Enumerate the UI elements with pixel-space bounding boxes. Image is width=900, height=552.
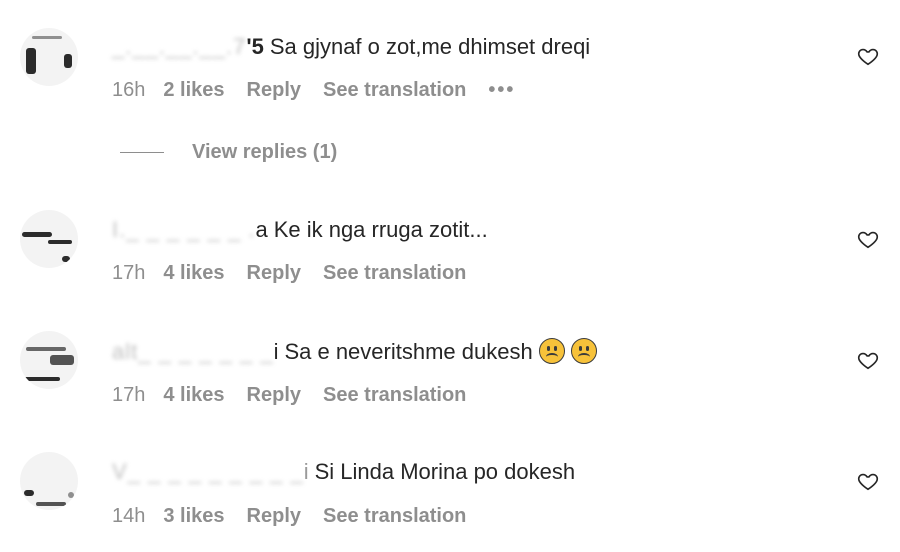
- more-options-icon[interactable]: •••: [488, 79, 515, 101]
- see-translation-button[interactable]: See translation: [323, 384, 466, 406]
- heart-outline-icon[interactable]: [857, 228, 879, 250]
- comment-time[interactable]: 17h: [112, 262, 145, 284]
- avatar[interactable]: [20, 210, 78, 268]
- comment-text: Si Linda Morina po dokesh: [314, 459, 576, 484]
- view-replies-button[interactable]: View replies (1): [120, 141, 337, 164]
- likes-count[interactable]: 4 likes: [163, 384, 224, 406]
- username-redacted[interactable]: _.__.__.__.7: [112, 34, 246, 60]
- likes-count[interactable]: 3 likes: [163, 505, 224, 527]
- username-tail[interactable]: i: [304, 459, 309, 485]
- comment-meta: 17h 4 likes Reply See translation: [112, 384, 488, 407]
- reply-button[interactable]: Reply: [247, 262, 301, 284]
- comment-meta: 14h 3 likes Reply See translation: [112, 505, 488, 528]
- comment-meta: 16h 2 likes Reply See translation •••: [112, 79, 537, 102]
- avatar[interactable]: [20, 28, 78, 86]
- username-redacted[interactable]: V_ _ _ _ _ _ _ _ _: [112, 459, 304, 485]
- reply-button[interactable]: Reply: [247, 79, 301, 101]
- comment-text: Sa e neveritshme dukesh: [284, 339, 533, 364]
- username-redacted[interactable]: alt_ _ _ _ _ _ _: [112, 339, 274, 365]
- username-redacted[interactable]: I._ _ _ _ _ _ .: [112, 217, 255, 243]
- see-translation-button[interactable]: See translation: [323, 79, 466, 101]
- comment-text: Ke ik nga rruga zotit...: [273, 217, 488, 242]
- see-translation-button[interactable]: See translation: [323, 505, 466, 527]
- comment-line: alt_ _ _ _ _ _ _i Sa e neveritshme dukesh: [112, 338, 597, 365]
- likes-count[interactable]: 4 likes: [163, 262, 224, 284]
- frowning-face-emoji-icon: [570, 338, 597, 364]
- likes-count[interactable]: 2 likes: [163, 79, 224, 101]
- reply-button[interactable]: Reply: [247, 384, 301, 406]
- comment-line: I._ _ _ _ _ _ .a Ke ik nga rruga zotit...: [112, 217, 488, 243]
- comment-time[interactable]: 17h: [112, 384, 145, 406]
- heart-outline-icon[interactable]: [857, 349, 879, 371]
- avatar[interactable]: [20, 331, 78, 389]
- username-tail[interactable]: a: [255, 217, 267, 243]
- comment-time[interactable]: 14h: [112, 505, 145, 527]
- username-tail[interactable]: i: [274, 339, 279, 365]
- comment-meta: 17h 4 likes Reply See translation: [112, 262, 488, 285]
- comment-line: _.__.__.__.7'5 Sa gjynaf o zot,me dhimset…: [112, 34, 590, 60]
- see-translation-button[interactable]: See translation: [323, 262, 466, 284]
- view-replies-label[interactable]: View replies (1): [192, 141, 337, 163]
- replies-divider: [120, 151, 164, 154]
- avatar[interactable]: [20, 452, 78, 510]
- frowning-face-emoji-icon: [538, 338, 565, 364]
- comment-text: Sa gjynaf o zot,me dhimset dreqi: [269, 34, 591, 59]
- reply-button[interactable]: Reply: [247, 505, 301, 527]
- comment-line: V_ _ _ _ _ _ _ _ _i Si Linda Morina po do…: [112, 459, 575, 485]
- heart-outline-icon[interactable]: [857, 45, 879, 67]
- comment-time[interactable]: 16h: [112, 79, 145, 101]
- heart-outline-icon[interactable]: [857, 470, 879, 492]
- username-tail[interactable]: '5: [246, 34, 263, 60]
